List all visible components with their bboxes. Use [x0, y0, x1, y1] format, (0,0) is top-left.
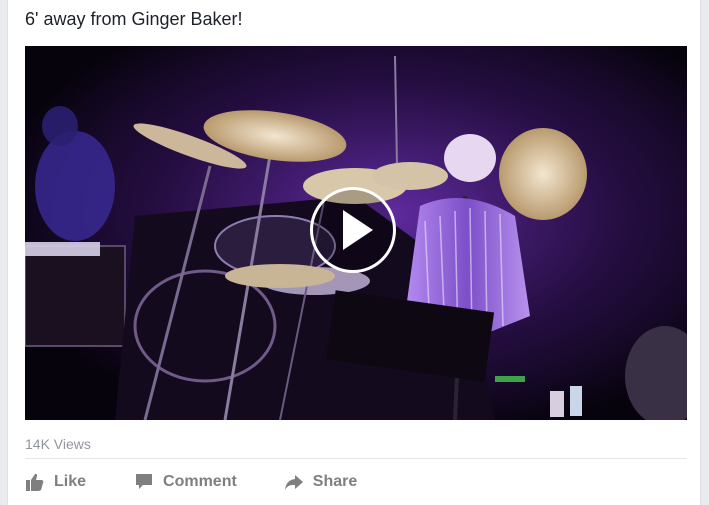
video-player[interactable]	[25, 46, 687, 420]
thumbs-up-icon	[25, 472, 45, 492]
share-arrow-icon	[284, 472, 304, 492]
like-button[interactable]: Like	[25, 472, 86, 492]
divider	[25, 458, 687, 459]
share-label: Share	[312, 473, 358, 490]
share-button[interactable]: Share	[284, 472, 357, 492]
post-card: 6' away from Ginger Baker! 14K Views Lik…	[7, 0, 701, 505]
action-bar: Like Comment Share	[25, 470, 357, 494]
speech-bubble-icon	[134, 472, 154, 492]
comment-label: Comment	[163, 473, 237, 490]
play-icon	[343, 210, 373, 250]
comment-button[interactable]: Comment	[134, 472, 237, 492]
like-label: Like	[54, 473, 87, 490]
play-button[interactable]	[310, 187, 396, 273]
post-text: 6' away from Ginger Baker!	[25, 9, 243, 29]
view-count: 14K Views	[25, 436, 91, 452]
